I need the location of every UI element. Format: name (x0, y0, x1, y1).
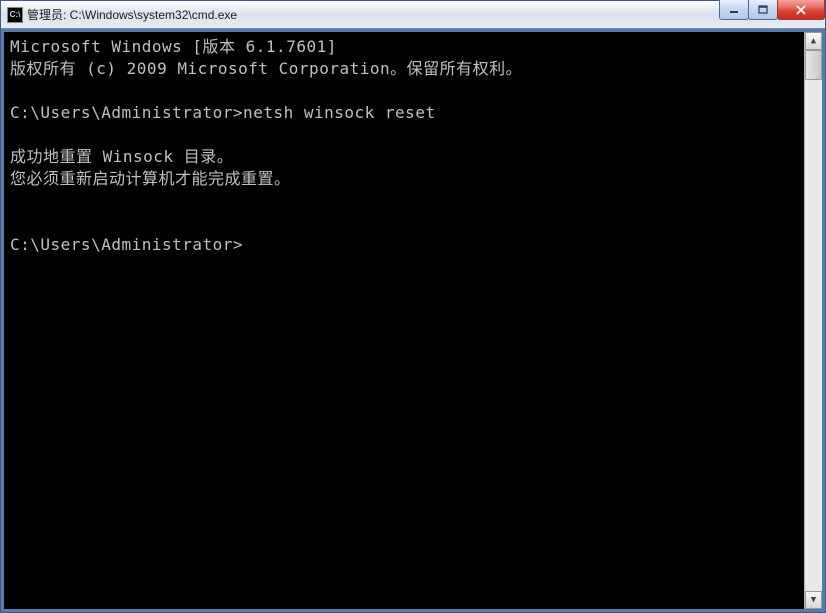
window-controls (720, 0, 825, 20)
scroll-down-button[interactable]: ▼ (805, 591, 822, 609)
arrow-up-icon: ▲ (811, 37, 816, 46)
vertical-scrollbar[interactable]: ▲ ▼ (804, 32, 822, 609)
console-wrap: Microsoft Windows [版本 6.1.7601] 版权所有 (c)… (4, 32, 822, 609)
scroll-up-button[interactable]: ▲ (805, 32, 822, 50)
minimize-button[interactable] (719, 0, 749, 20)
close-button[interactable] (777, 0, 825, 20)
app-icon: C:\ (7, 7, 23, 23)
minimize-icon (729, 5, 739, 15)
window-title: 管理员: C:\Windows\system32\cmd.exe (27, 6, 237, 23)
maximize-button[interactable] (748, 0, 778, 20)
maximize-icon (758, 5, 769, 15)
client-area: Microsoft Windows [版本 6.1.7601] 版权所有 (c)… (1, 29, 825, 612)
console-output[interactable]: Microsoft Windows [版本 6.1.7601] 版权所有 (c)… (4, 32, 804, 609)
cmd-window: C:\ 管理员: C:\Windows\system32\cmd.exe (0, 0, 826, 613)
titlebar[interactable]: C:\ 管理员: C:\Windows\system32\cmd.exe (1, 1, 825, 29)
close-icon (795, 5, 807, 15)
scroll-track[interactable] (805, 50, 822, 591)
scroll-thumb[interactable] (805, 50, 822, 80)
arrow-down-icon: ▼ (811, 596, 816, 605)
